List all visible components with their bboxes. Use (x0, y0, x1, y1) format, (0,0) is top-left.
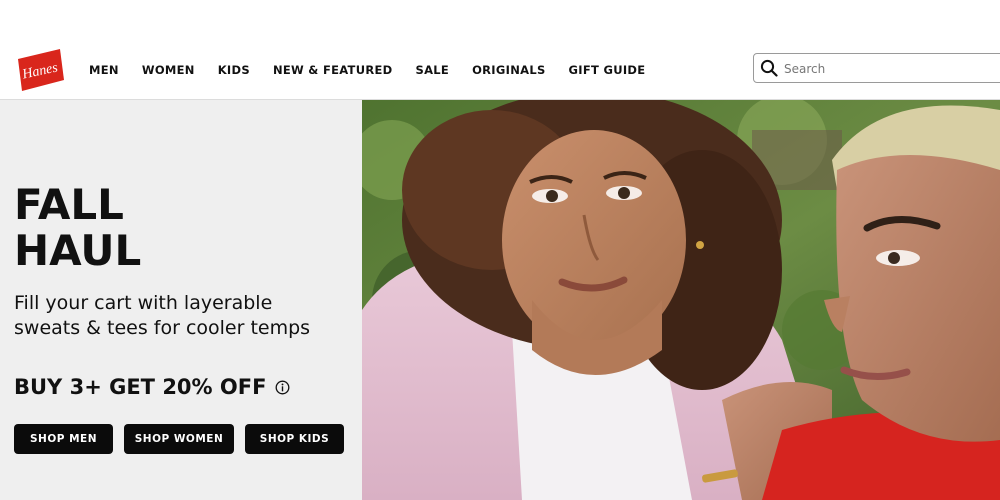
main-nav: MEN WOMEN KIDS NEW & FEATURED SALE ORIGI… (89, 61, 668, 79)
hero-text-panel: FALL HAUL Fill your cart with layerable … (0, 100, 362, 500)
hero-photo-illustration (362, 100, 1000, 500)
nav-men[interactable]: MEN (89, 61, 119, 79)
nav-gift-guide[interactable]: GIFT GUIDE (569, 61, 646, 79)
hanes-logo-mark: Hanes (18, 49, 65, 91)
hero-title-line-2: HAUL (14, 226, 142, 275)
hero-title: FALL HAUL (14, 182, 344, 274)
search-input[interactable] (782, 58, 996, 80)
nav-originals[interactable]: ORIGINALS (472, 61, 545, 79)
search-icon[interactable] (760, 59, 778, 77)
nav-new-featured[interactable]: NEW & FEATURED (273, 61, 393, 79)
shop-kids-button[interactable]: SHOP KIDS (245, 424, 344, 454)
site-header: Hanes MEN WOMEN KIDS NEW & FEATURED SALE… (0, 0, 1000, 100)
hero-banner: FALL HAUL Fill your cart with layerable … (0, 100, 1000, 500)
nav-sale[interactable]: SALE (416, 61, 450, 79)
hanes-logo[interactable]: Hanes (14, 47, 66, 92)
nav-kids[interactable]: KIDS (218, 61, 250, 79)
nav-women[interactable]: WOMEN (142, 61, 195, 79)
hero-subtitle: Fill your cart with layerable sweats & t… (14, 292, 311, 339)
shop-men-button[interactable]: SHOP MEN (14, 424, 113, 454)
shop-women-button[interactable]: SHOP WOMEN (124, 424, 234, 454)
search-box[interactable] (753, 53, 1000, 83)
info-icon[interactable] (275, 380, 290, 395)
offer-text: BUY 3+ GET 20% OFF (14, 375, 267, 399)
hero-title-line-1: FALL (14, 180, 124, 229)
hero-offer: BUY 3+ GET 20% OFF (14, 375, 290, 399)
hero-photo[interactable] (362, 100, 1000, 500)
shop-buttons: SHOP MEN SHOP WOMEN SHOP KIDS (14, 424, 355, 454)
